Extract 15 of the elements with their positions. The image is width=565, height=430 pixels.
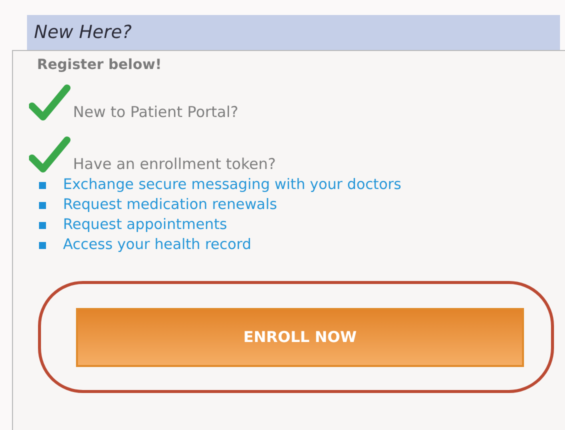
bullet-icon bbox=[39, 242, 46, 248]
feature-item: Access your health record bbox=[63, 237, 252, 253]
feature-item: Exchange secure messaging with your doctors bbox=[63, 177, 402, 193]
bullet-icon bbox=[39, 182, 46, 188]
register-heading: Register below! bbox=[37, 56, 163, 73]
check-label: New to Patient Portal? bbox=[73, 103, 238, 121]
check-label: Have an enrollment token? bbox=[73, 155, 276, 173]
bullet-icon bbox=[39, 202, 46, 208]
feature-item: Request appointments bbox=[63, 217, 228, 233]
section-title: New Here? bbox=[34, 22, 132, 43]
bullet-icon bbox=[39, 222, 46, 228]
checkmark-icon bbox=[29, 135, 71, 173]
feature-item: Request medication renewals bbox=[63, 197, 278, 213]
checkmark-icon bbox=[29, 83, 71, 121]
enroll-button[interactable]: ENROLL NOW bbox=[76, 308, 524, 366]
